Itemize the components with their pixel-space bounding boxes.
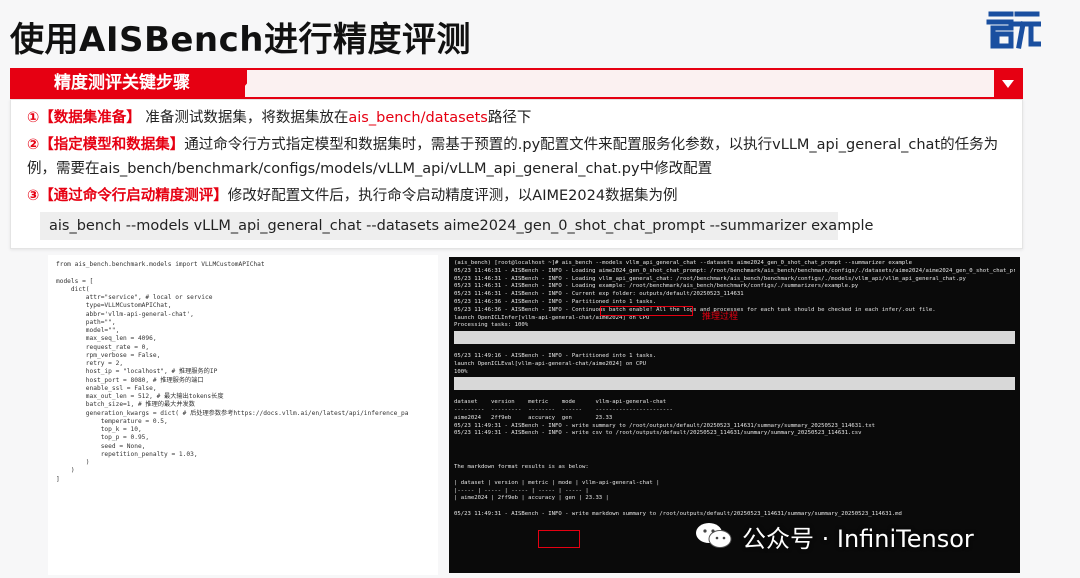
code-line: generation_kwargs = dict( # 后处理参数参考https… <box>56 409 409 417</box>
code-line: model="", <box>56 327 120 334</box>
section-header: 精度测评关键步骤 <box>10 68 1023 99</box>
terminal-line: 05/23 11:46:36 - AISBench - INFO - Parti… <box>454 298 657 305</box>
section-header-title: 精度测评关键步骤 <box>54 73 190 93</box>
code-line: request_rate = 0, <box>56 343 150 351</box>
slide-title: 使用AISBench进行精度评测 <box>10 20 471 60</box>
terminal-line: | aime2024 | 2ff9eb | accuracy | gen | 2… <box>454 495 609 502</box>
section-header-tab: 精度测评关键步骤 <box>10 68 245 99</box>
step-number: ① <box>27 110 40 126</box>
terminal-line: launch OpenICLEval[vllm-api-general-chat… <box>454 360 646 367</box>
dataset-path: ais_bench/datasets <box>348 110 488 126</box>
code-line: dict( <box>56 285 90 293</box>
code-line: batch_size=1, # 推理的最大并发数 <box>56 401 195 409</box>
inference-process-note: 推理过程 <box>702 312 739 322</box>
code-line: top_p = 0.95, <box>56 434 150 442</box>
code-line: ) <box>56 467 75 475</box>
terminal-line: (ais_bench) [root@localhost ~]# ais_benc… <box>454 260 913 266</box>
progress-bar <box>454 331 1015 345</box>
terminal-spacer <box>454 438 1015 464</box>
dropdown-button[interactable] <box>994 70 1021 97</box>
terminal-spacer <box>454 391 1015 399</box>
terminal-line: 05/23 11:46:31 - AISBench - INFO - Loadi… <box>454 267 1015 274</box>
code-line: from ais_bench.benchmark.models import V… <box>56 261 265 268</box>
step-model-dataset: ②【指定模型和数据集】通过命令行方式指定模型和数据集时，需基于预置的.py配置文… <box>27 133 1012 181</box>
accuracy-highlight <box>538 530 580 548</box>
watermark-text: 公众号 · InfiniTensor <box>742 524 974 553</box>
step-text: 准备测试数据集，将数据集放在 <box>145 110 349 126</box>
terminal-line: 05/23 11:46:31 - AISBench - INFO - Loadi… <box>454 283 859 290</box>
step-number: ③ <box>27 188 40 204</box>
terminal-line: 05/23 11:49:31 - AISBench - INFO - write… <box>454 422 875 429</box>
terminal-line: --------- --------- -------- ------ ----… <box>454 406 673 413</box>
code-line: ) <box>56 459 90 466</box>
code-line: host_ip = "localhost", # 推理服务的IP <box>56 368 218 376</box>
terminal-line: 05/23 11:46:31 - AISBench - INFO - Loadi… <box>454 275 966 282</box>
section-header-band <box>235 70 1005 97</box>
config-code-panel: from ais_bench.benchmark.models import V… <box>48 255 438 575</box>
step-label: 【数据集准备】 <box>39 110 141 126</box>
code-line: models = [ <box>56 277 94 285</box>
code-line: max_seq_len = 4096, <box>56 335 157 343</box>
exp-folder-highlight <box>600 306 693 316</box>
code-line: seed = None, <box>56 442 146 450</box>
step-number: ② <box>27 137 40 153</box>
step-launch-eval: ③【通过命令行启动精度测评】修改好配置文件后，执行命令启动精度评测，以AIME2… <box>27 184 678 208</box>
step-label: 【指定模型和数据集】 <box>39 137 185 153</box>
code-line: host_port = 8080, # 推理服务的端口 <box>56 376 204 384</box>
code-line: retry = 2, <box>56 360 124 367</box>
code-line: type=VLLMCustomAPIChat, <box>56 302 172 310</box>
terminal-line: dataset version metric mode vllm-api-gen… <box>454 399 667 406</box>
code-line: repetition_penalty = 1.03, <box>56 450 198 458</box>
terminal-line: 100% <box>454 368 468 375</box>
code-line: attr="service", # local or service <box>56 294 213 301</box>
terminal-line: 05/23 11:49:16 - AISBench - INFO - Parti… <box>454 352 657 359</box>
terminal-line: |----- | ----- | ----- | ----- | ----- | <box>454 487 589 494</box>
code-line: top_k = 10, <box>56 426 142 433</box>
wechat-watermark: 公众号 · InfiniTensor <box>694 518 974 554</box>
step-label: 【通过命令行启动精度测评】 <box>39 188 228 204</box>
caret-down-icon <box>1001 79 1014 88</box>
code-line: enable_ssl = False, <box>56 384 157 392</box>
step-text-after: 路径下 <box>487 110 532 126</box>
code-line: temperature = 0.5, <box>56 417 168 425</box>
terminal-line: 05/23 11:49:31 - AISBench - INFO - write… <box>454 430 862 437</box>
terminal-line: aime2024 2ff9eb accuracy gen 23.33 <box>454 414 613 421</box>
code-line: ] <box>56 475 60 483</box>
terminal-line: | dataset | version | metric | mode | vl… <box>454 479 660 486</box>
terminal-line: Processing tasks: 100% <box>454 322 529 329</box>
terminal-line: 05/23 11:46:31 - AISBench - INFO - Curre… <box>454 291 744 298</box>
wechat-icon <box>696 523 732 548</box>
step-text: 修改好配置文件后，执行命令启动精度评测，以AIME2024数据集为例 <box>227 188 678 204</box>
code-line: abbr='vllm-api-general-chat', <box>56 310 194 318</box>
step-dataset-prep: ①【数据集准备】 准备测试数据集，将数据集放在ais_bench/dataset… <box>27 106 531 130</box>
terminal-spacer <box>454 345 1015 353</box>
terminal-line: The markdown format results is as below: <box>454 464 589 471</box>
code-line: rpm_verbose = False, <box>56 351 161 359</box>
code-line: path="", <box>56 318 116 326</box>
code-line: max_out_len = 512, # 最大输出tokens长度 <box>56 393 224 400</box>
qiyuan-logo <box>986 11 1041 49</box>
command-line: ais_bench --models vLLM_api_general_chat… <box>40 212 873 240</box>
progress-bar <box>454 377 1015 391</box>
